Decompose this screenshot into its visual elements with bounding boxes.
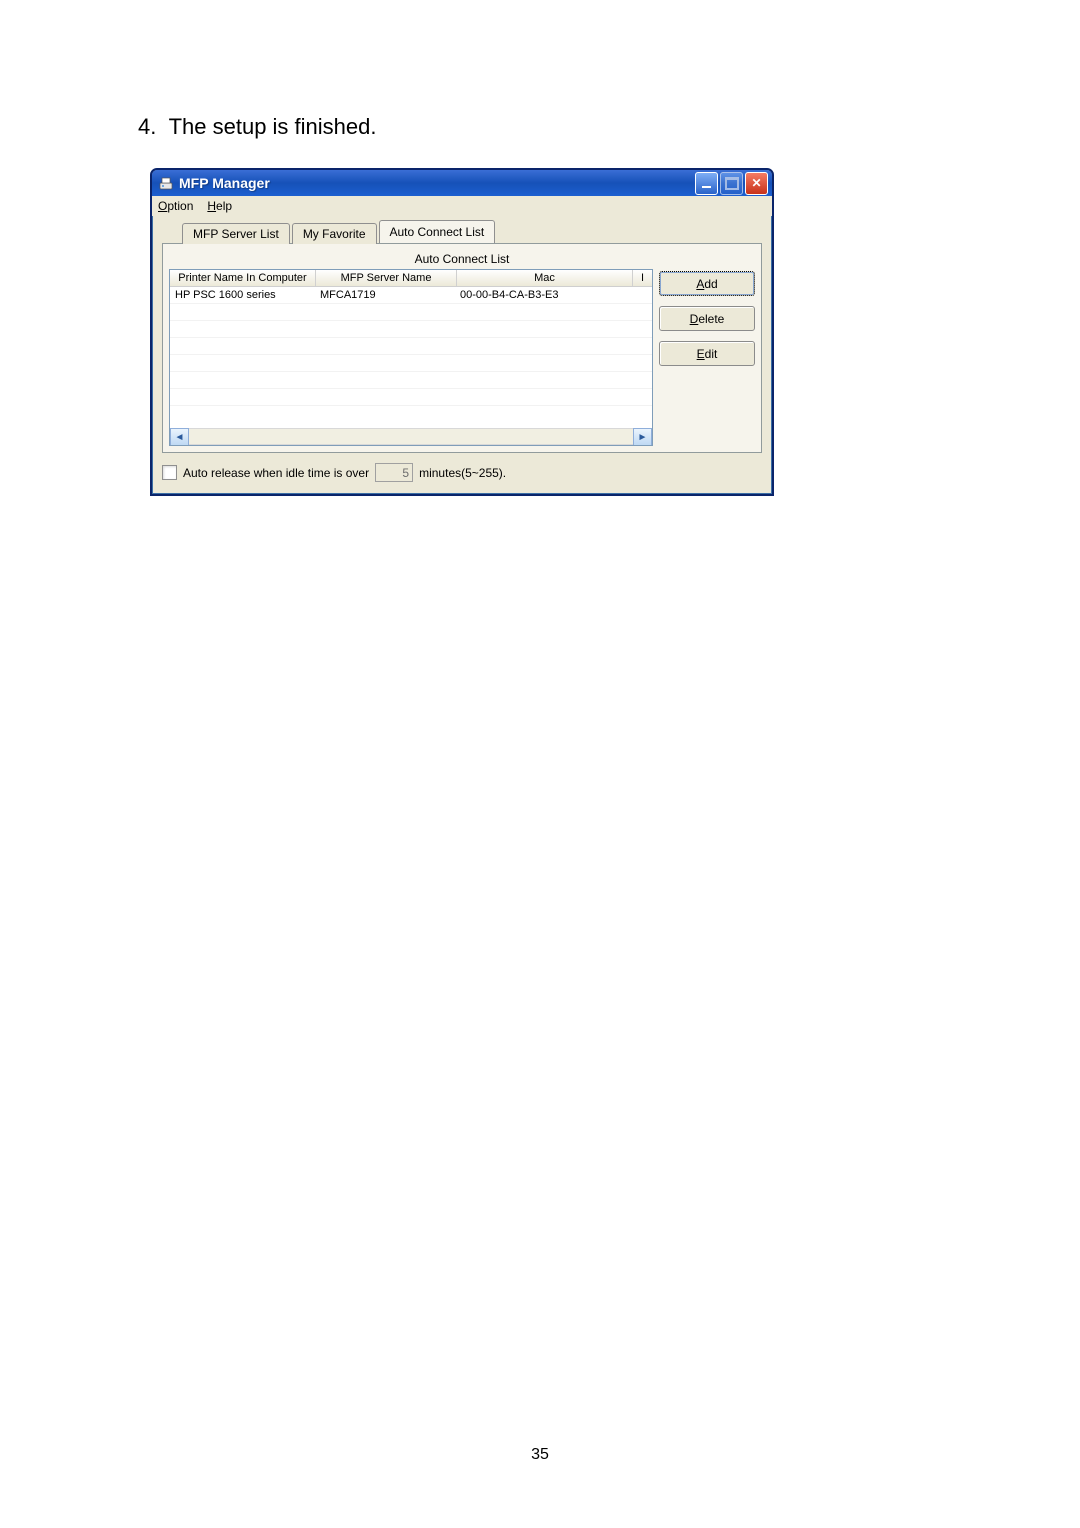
window-title: MFP Manager bbox=[179, 175, 695, 191]
column-extra[interactable]: I bbox=[633, 270, 652, 286]
scroll-right-button[interactable]: ► bbox=[633, 428, 652, 446]
tab-panel-auto-connect: Auto Connect List Printer Name In Comput… bbox=[162, 243, 762, 453]
delete-button[interactable]: Delete bbox=[659, 306, 755, 331]
minimize-button[interactable] bbox=[695, 172, 718, 195]
scroll-left-button[interactable]: ◄ bbox=[170, 428, 189, 446]
cell-server-name: MFCA1719 bbox=[315, 288, 455, 302]
cell-printer-name: HP PSC 1600 series bbox=[170, 288, 315, 302]
column-mac[interactable]: Mac bbox=[457, 270, 633, 286]
column-printer-name[interactable]: Printer Name In Computer bbox=[170, 270, 316, 286]
caption-text: The setup is finished. bbox=[169, 114, 377, 139]
cell-extra bbox=[630, 294, 652, 296]
auto-release-checkbox[interactable] bbox=[162, 465, 177, 480]
mfp-manager-window: MFP Manager Option Help MFP Server List … bbox=[150, 168, 774, 496]
scroll-track[interactable] bbox=[189, 428, 633, 445]
menu-option[interactable]: Option bbox=[158, 199, 193, 213]
page-number: 35 bbox=[0, 1446, 1080, 1464]
edit-button[interactable]: Edit bbox=[659, 341, 755, 366]
auto-connect-listview[interactable]: Printer Name In Computer MFP Server Name… bbox=[169, 269, 653, 446]
horizontal-scrollbar[interactable]: ◄ ► bbox=[170, 428, 652, 445]
tabstrip: MFP Server List My Favorite Auto Connect… bbox=[182, 220, 762, 243]
titlebar[interactable]: MFP Manager bbox=[152, 170, 772, 196]
listview-headers[interactable]: Printer Name In Computer MFP Server Name… bbox=[170, 270, 652, 287]
document-instruction: 4. The setup is finished. bbox=[138, 114, 377, 140]
app-icon bbox=[158, 175, 174, 191]
caption-number: 4. bbox=[138, 114, 156, 139]
menubar: Option Help bbox=[152, 196, 772, 216]
auto-release-label: Auto release when idle time is over bbox=[183, 466, 369, 480]
table-row[interactable]: HP PSC 1600 series MFCA1719 00-00-B4-CA-… bbox=[170, 287, 652, 303]
side-buttons: Add Delete Edit bbox=[659, 269, 755, 446]
menu-help[interactable]: Help bbox=[207, 199, 232, 213]
group-label: Auto Connect List bbox=[169, 252, 755, 266]
idle-minutes-input[interactable] bbox=[375, 463, 413, 482]
tab-auto-connect-list[interactable]: Auto Connect List bbox=[379, 220, 496, 243]
auto-release-suffix: minutes(5~255). bbox=[419, 466, 506, 480]
column-server-name[interactable]: MFP Server Name bbox=[316, 270, 457, 286]
add-button[interactable]: Add bbox=[659, 271, 755, 296]
listview-body: HP PSC 1600 series MFCA1719 00-00-B4-CA-… bbox=[170, 287, 652, 422]
close-button[interactable] bbox=[745, 172, 768, 195]
tab-my-favorite[interactable]: My Favorite bbox=[292, 223, 377, 244]
window-controls bbox=[695, 172, 768, 195]
tab-mfp-server-list[interactable]: MFP Server List bbox=[182, 223, 290, 244]
cell-mac: 00-00-B4-CA-B3-E3 bbox=[455, 288, 630, 302]
auto-release-row: Auto release when idle time is over minu… bbox=[162, 463, 762, 482]
maximize-button[interactable] bbox=[720, 172, 743, 195]
